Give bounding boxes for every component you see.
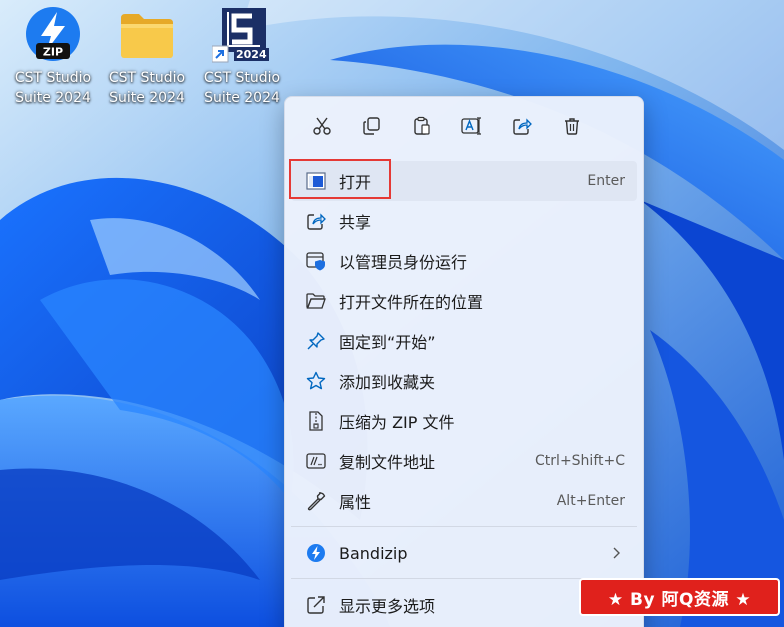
- menu-item-label: 压缩为 ZIP 文件: [339, 413, 455, 432]
- copy-path-icon: [305, 450, 327, 472]
- menu-item-label: 打开: [339, 173, 372, 192]
- desktop-icon-cst-shortcut[interactable]: 2024 CST Studio Suite 2024: [199, 6, 285, 108]
- star-icon: [305, 370, 327, 392]
- menu-item-label: 添加到收藏夹: [339, 373, 436, 392]
- menu-item-copy-path[interactable]: 复制文件地址 Ctrl+Shift+C: [291, 441, 637, 481]
- menu-item-run-as-admin[interactable]: 以管理员身份运行: [291, 241, 637, 281]
- paste-icon: [414, 116, 430, 135]
- watermark-badge: ★ By 阿Q资源 ★: [579, 578, 780, 616]
- svg-text:ZIP: ZIP: [43, 46, 63, 59]
- share-toolbar-button[interactable]: [497, 109, 547, 143]
- wrench-icon: [305, 490, 327, 512]
- menu-item-shortcut: Alt+Enter: [556, 493, 625, 509]
- open-app-icon: [305, 170, 327, 192]
- menu-item-shortcut: Ctrl+Shift+C: [535, 453, 625, 469]
- folder-open-icon: [305, 290, 327, 312]
- menu-item-add-favorites[interactable]: 添加到收藏夹: [291, 361, 637, 401]
- cut-button[interactable]: [297, 109, 347, 143]
- menu-item-bandizip[interactable]: Bandizip: [291, 533, 637, 573]
- menu-item-label: 以管理员身份运行: [339, 253, 468, 272]
- context-menu-list: 打开 Enter 共享 以管理员身份运行 打开文件所在的位置 固定到“开始” 添…: [289, 161, 639, 625]
- zip-file-icon: [305, 410, 327, 432]
- context-toolbar: [297, 109, 597, 143]
- desktop: ZIP CST Studio Suite 2024 CST Studio Sui…: [0, 0, 784, 627]
- menu-item-label: 显示更多选项: [339, 597, 436, 616]
- folder-icon: [117, 6, 177, 64]
- menu-item-label: Bandizip: [339, 543, 408, 563]
- zip-archive-icon: ZIP: [23, 6, 83, 64]
- version-badge: 2024: [234, 48, 269, 61]
- share-icon: [305, 210, 327, 232]
- rename-button[interactable]: [447, 109, 497, 143]
- admin-shield-icon: [305, 250, 327, 272]
- delete-button[interactable]: [547, 109, 597, 143]
- copy-icon: [363, 117, 380, 135]
- menu-item-label: 共享: [339, 213, 372, 232]
- copy-button[interactable]: [347, 109, 397, 143]
- pin-icon: [305, 330, 327, 352]
- more-options-icon: [305, 594, 327, 616]
- desktop-icon-cst-zip[interactable]: ZIP CST Studio Suite 2024: [10, 6, 96, 108]
- share-icon: [513, 118, 532, 135]
- desktop-icon-label: CST Studio Suite 2024: [203, 70, 281, 106]
- menu-item-properties[interactable]: 属性 Alt+Enter: [291, 481, 637, 521]
- menu-item-label: 固定到“开始”: [339, 333, 436, 352]
- menu-item-compress-zip[interactable]: 压缩为 ZIP 文件: [291, 401, 637, 441]
- menu-item-open[interactable]: 打开 Enter: [291, 161, 637, 201]
- rename-icon: [461, 117, 481, 135]
- desktop-icon-cst-folder[interactable]: CST Studio Suite 2024: [104, 6, 190, 108]
- desktop-icon-label: CST Studio Suite 2024: [14, 70, 92, 106]
- cst-shortcut-icon: 2024: [211, 6, 272, 64]
- bandizip-icon: [305, 542, 327, 564]
- menu-item-pin-start[interactable]: 固定到“开始”: [291, 321, 637, 361]
- delete-icon: [565, 118, 579, 135]
- menu-item-label: 打开文件所在的位置: [339, 293, 484, 312]
- menu-item-share[interactable]: 共享: [291, 201, 637, 241]
- desktop-icon-label: CST Studio Suite 2024: [108, 70, 186, 106]
- context-menu: 打开 Enter 共享 以管理员身份运行 打开文件所在的位置 固定到“开始” 添…: [284, 96, 644, 627]
- menu-separator: [291, 526, 637, 527]
- menu-item-label: 复制文件地址: [339, 453, 436, 472]
- paste-button[interactable]: [397, 109, 447, 143]
- menu-item-shortcut: Enter: [587, 173, 625, 189]
- menu-item-open-location[interactable]: 打开文件所在的位置: [291, 281, 637, 321]
- chevron-right-icon: [613, 547, 620, 559]
- cut-icon: [313, 117, 331, 135]
- menu-item-label: 属性: [339, 493, 372, 512]
